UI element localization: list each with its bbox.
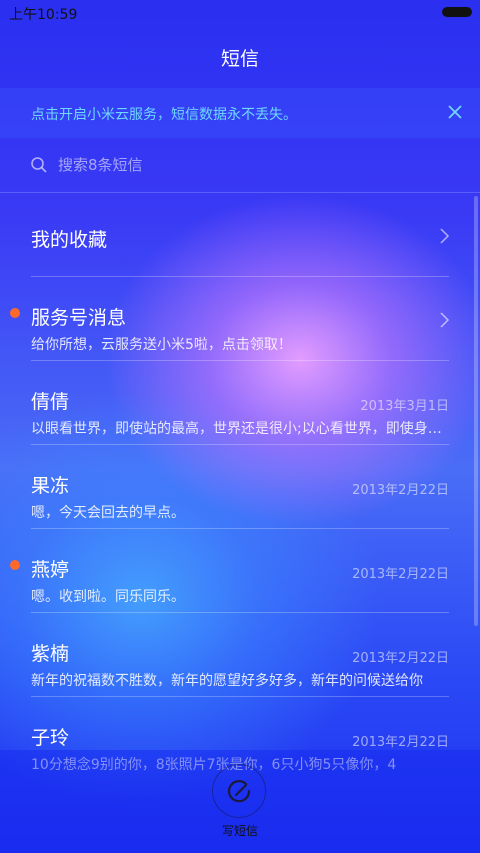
search-input[interactable]	[56, 155, 440, 175]
conversation-snippet: 给你所想，云服务送小米5啦，点击领取！	[31, 337, 292, 353]
conversation-name: 果冻	[31, 475, 70, 497]
conversation-row[interactable]: 果冻 2013年2月22日 嗯，今天会回去的早点。	[0, 445, 480, 529]
conversation-snippet: 新年的祝福数不胜数，新年的愿望好多好多，新年的问候送给你	[31, 673, 423, 689]
conversation-row[interactable]: 服务号消息 给你所想，云服务送小米5啦，点击领取！	[0, 277, 480, 361]
conversation-name: 燕婷	[31, 559, 70, 581]
favorites-label: 我的收藏	[31, 229, 108, 251]
conversation-snippet: 嗯。收到啦。同乐同乐。	[31, 589, 185, 605]
conversation-name: 紫楠	[31, 643, 70, 665]
conversation-row[interactable]: 倩倩 2013年3月1日 以眼看世界，即使站的最高，世界还是很小;以心看世界，即…	[0, 361, 480, 445]
scrollbar[interactable]	[474, 196, 478, 626]
conversation-name: 倩倩	[31, 391, 70, 413]
conversation-date: 2013年3月1日	[360, 399, 449, 414]
chevron-right-icon	[440, 312, 450, 328]
conversation-list: 我的收藏 服务号消息 给你所想，云服务送小米5啦，点击领取！ 倩倩 2013年3…	[0, 193, 480, 781]
conversation-row[interactable]: 燕婷 2013年2月22日 嗯。收到啦。同乐同乐。	[0, 529, 480, 613]
conversation-snippet: 以眼看世界，即使站的最高，世界还是很小;以心看世界，即使身处最低，世界也会很大	[31, 421, 451, 437]
favorites-row[interactable]: 我的收藏	[0, 193, 480, 277]
conversation-name: 子玲	[31, 727, 70, 749]
search-bar[interactable]	[30, 142, 450, 188]
banner-text[interactable]: 点击开启小米云服务，短信数据永不丢失。	[31, 104, 297, 124]
unread-dot	[10, 308, 20, 318]
conversation-date: 2013年2月22日	[352, 483, 449, 498]
page-title: 短信	[220, 47, 259, 70]
search-icon	[31, 157, 47, 173]
compose-button[interactable]	[212, 764, 266, 818]
compose-icon	[227, 780, 251, 803]
status-time: 上午10:59	[9, 7, 78, 23]
close-icon[interactable]	[444, 101, 466, 123]
cloud-service-banner[interactable]: 点击开启小米云服务，短信数据永不丢失。	[0, 88, 480, 138]
conversation-date: 2013年2月22日	[352, 735, 449, 750]
conversation-snippet: 嗯，今天会回去的早点。	[31, 505, 185, 521]
conversation-date: 2013年2月22日	[352, 651, 449, 666]
chevron-right-icon	[440, 228, 450, 244]
title-bar: 短信	[0, 26, 480, 88]
conversation-date: 2013年2月22日	[352, 567, 449, 582]
conversation-row[interactable]: 紫楠 2013年2月22日 新年的祝福数不胜数，新年的愿望好多好多，新年的问候送…	[0, 613, 480, 697]
compose-label: 写短信	[221, 824, 258, 838]
battery-icon	[442, 7, 472, 17]
unread-dot	[10, 560, 20, 570]
conversation-name: 服务号消息	[31, 307, 127, 329]
status-bar: 上午10:59	[0, 0, 480, 26]
